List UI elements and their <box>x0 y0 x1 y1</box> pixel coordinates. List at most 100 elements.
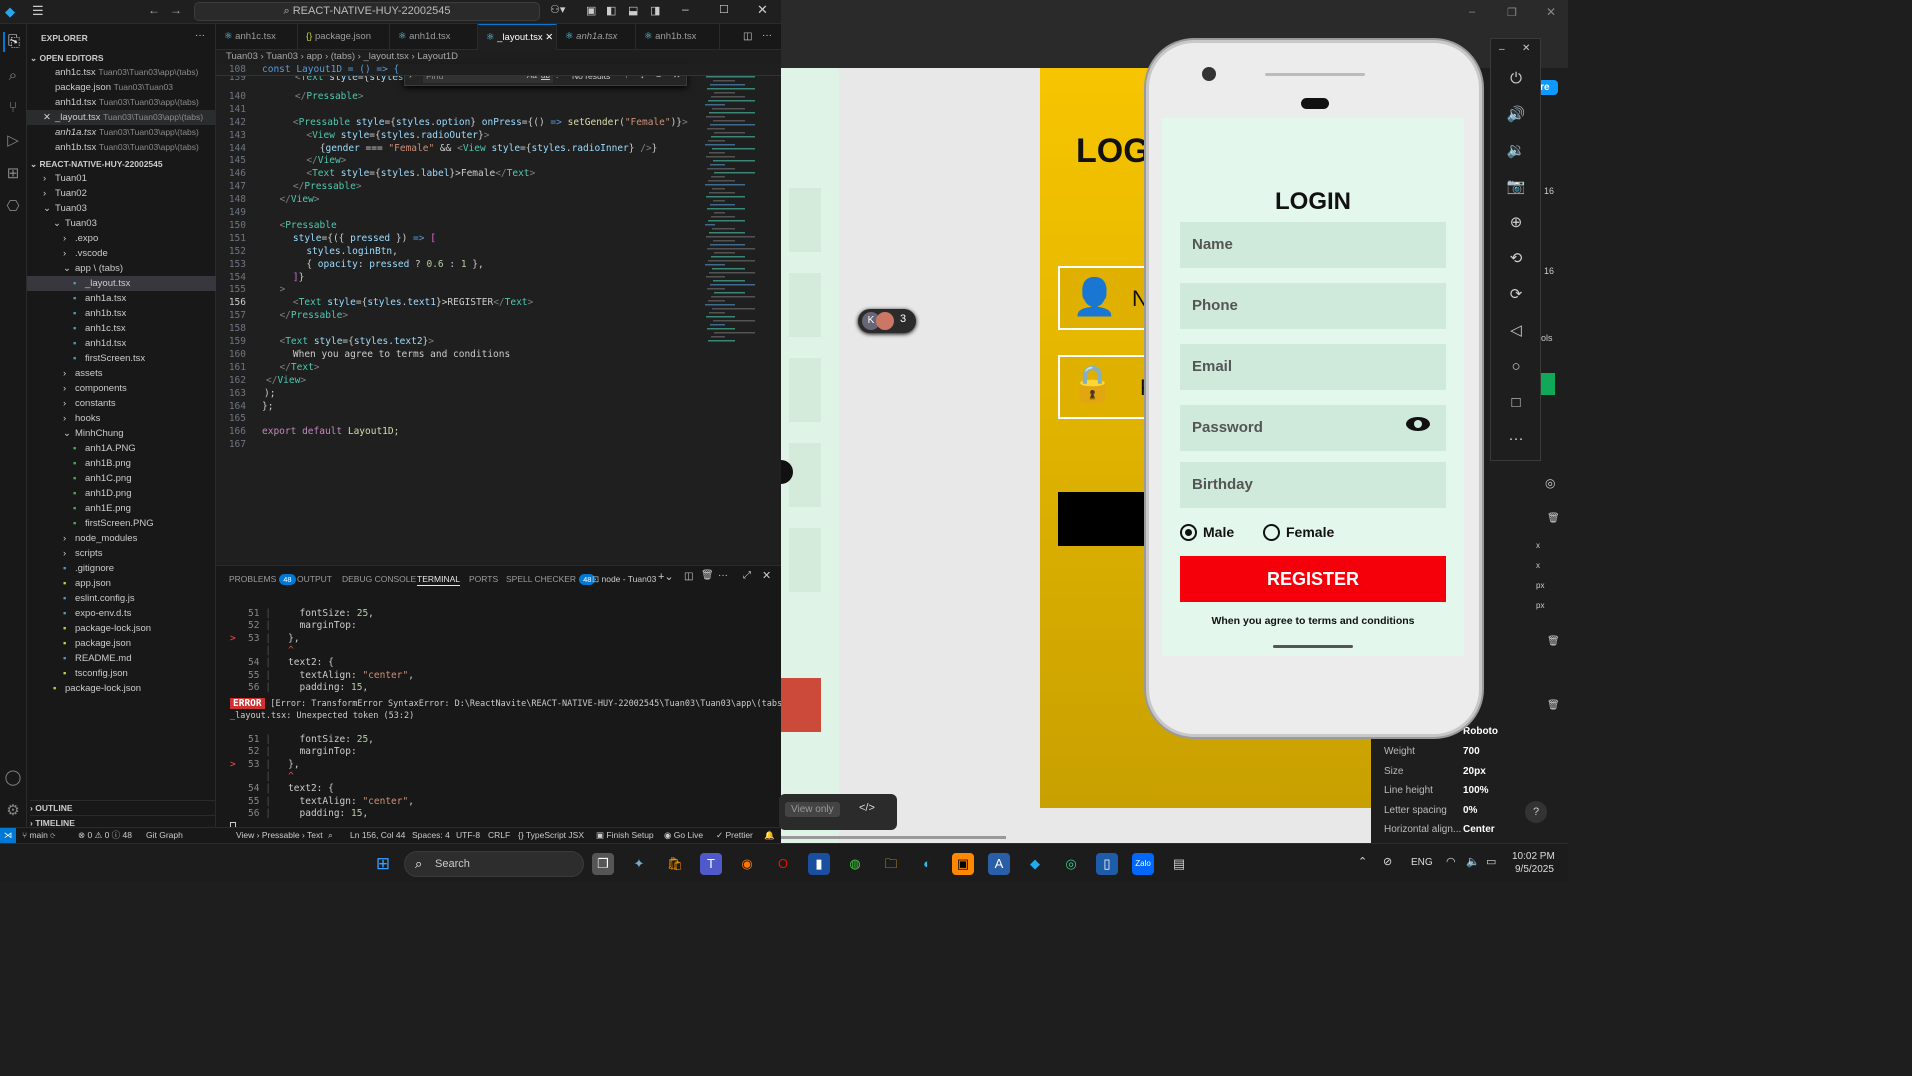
tree-file[interactable]: ▪ firstScreen.tsx <box>27 351 216 366</box>
tree-file[interactable]: ▪ package.json <box>27 636 216 651</box>
horizontal-scrollbar[interactable] <box>781 836 1006 839</box>
tree-file[interactable]: ▪ expo-env.d.ts <box>27 606 216 621</box>
app-blue-icon[interactable]: A <box>988 853 1010 875</box>
layout-icon[interactable]: ▣ <box>586 4 596 17</box>
search-icon[interactable]: ⌕ <box>3 66 23 86</box>
network-off-icon[interactable]: ⊘ <box>1383 855 1392 868</box>
forward-arrow-icon[interactable]: → <box>170 3 182 17</box>
toggle-sidebar-icon[interactable]: ◧ <box>606 4 616 17</box>
tree-file[interactable]: ▪ app.json <box>27 576 216 591</box>
minimize-icon[interactable]: – <box>682 2 689 16</box>
code-editor[interactable]: 108 const Layout1D = () => { 139 <Text s… <box>216 64 781 562</box>
volume-down-icon[interactable]: 🔉 <box>1505 140 1527 162</box>
property-value[interactable]: 20px <box>1463 766 1486 777</box>
open-editor-item[interactable]: package.json Tuan03\Tuan03 <box>27 80 216 95</box>
tab-spell-checker[interactable]: SPELL CHECKER 48 <box>506 572 596 586</box>
tree-file[interactable]: ▪ _layout.tsx <box>27 276 216 291</box>
back-icon[interactable]: ◁ <box>1505 320 1527 342</box>
minimize-icon[interactable]: – <box>1499 44 1505 55</box>
clock-date[interactable]: 9/5/2025 <box>1515 864 1554 875</box>
tree-file[interactable]: ▪ anh1C.png <box>27 471 216 486</box>
name-field[interactable]: Name <box>1180 222 1446 268</box>
open-editor-item[interactable]: ✕ _layout.tsx Tuan03\Tuan03\app\(tabs) <box>27 110 216 125</box>
password-field[interactable]: Password <box>1180 405 1446 451</box>
open-editor-item[interactable]: anh1d.tsx Tuan03\Tuan03\app\(tabs) <box>27 95 216 110</box>
tree-file[interactable]: ▪ anh1E.png <box>27 501 216 516</box>
tree-file[interactable]: ▪ anh1a.tsx <box>27 291 216 306</box>
tab-anh1d-tsx[interactable]: ⚛ anh1d.tsx <box>390 24 478 50</box>
copilot-icon[interactable]: ⚇▾ <box>550 3 565 16</box>
emulator-icon[interactable]: ▯ <box>1096 853 1118 875</box>
trash-icon[interactable]: 🗑 <box>701 570 714 581</box>
more-icon[interactable]: ··· <box>1505 428 1527 450</box>
encoding[interactable]: UTF-8 <box>456 828 480 843</box>
home-icon[interactable]: ○ <box>1505 356 1527 378</box>
project-header[interactable]: ⌄ REACT-NATIVE-HUY-22002545 <box>30 157 219 172</box>
toggle-panel-icon[interactable]: ⬓ <box>628 4 638 17</box>
store-icon[interactable]: 🛍 <box>664 853 686 875</box>
tree-file[interactable]: ▪ anh1d.tsx <box>27 336 216 351</box>
minimize-icon[interactable]: – <box>1469 6 1475 18</box>
close-icon[interactable]: ✕ <box>543 32 553 43</box>
help-button[interactable]: ? <box>1525 801 1547 823</box>
opera-icon[interactable]: O <box>772 853 794 875</box>
open-editor-item[interactable]: anh1c.tsx Tuan03\Tuan03\app\(tabs) <box>27 65 216 80</box>
birthday-field[interactable]: Birthday <box>1180 462 1446 508</box>
tree-file[interactable]: ▪ anh1A.PNG <box>27 441 216 456</box>
tab-anh1c-tsx[interactable]: ⚛ anh1c.tsx <box>216 24 298 50</box>
female-radio[interactable] <box>1263 524 1280 541</box>
edge-icon[interactable]: ◐ <box>916 853 938 875</box>
trash-icon[interactable]: 🗑 <box>1547 636 1560 647</box>
add-terminal-icon[interactable]: +⌄ <box>658 570 674 583</box>
tab-package-json[interactable]: {} package.json <box>298 24 390 50</box>
tree-folder[interactable]: › Tuan01 <box>27 171 216 186</box>
tree-folder[interactable]: › constants <box>27 396 216 411</box>
breadcrumb[interactable]: Tuan03 › Tuan03 › app › (tabs) › _layout… <box>216 50 781 64</box>
minimap[interactable] <box>703 64 773 364</box>
tree-folder[interactable]: ⌄ MinhChung <box>27 426 216 441</box>
settings-gear-icon[interactable]: ⚙ <box>3 801 23 821</box>
tab-output[interactable]: OUTPUT <box>297 572 332 586</box>
tree-folder[interactable]: ⌄ Tuan03 <box>27 216 216 231</box>
run-debug-icon[interactable]: ▷ <box>3 131 23 151</box>
zalo-icon[interactable]: Zalo <box>1132 853 1154 875</box>
more-actions-icon[interactable]: ··· <box>195 30 205 41</box>
cursor-position[interactable]: Ln 156, Col 44 <box>350 828 405 843</box>
close-panel-icon[interactable]: ✕ <box>762 569 771 582</box>
phone-field[interactable]: Phone <box>1180 283 1446 329</box>
tree-folder[interactable]: › assets <box>27 366 216 381</box>
volume-icon[interactable]: 🔈 <box>1466 855 1480 868</box>
eye-icon[interactable] <box>1406 417 1430 431</box>
overview-icon[interactable]: □ <box>1505 392 1527 414</box>
taskbar-search[interactable]: ⌕ Search <box>404 851 584 877</box>
tree-folder[interactable]: › components <box>27 381 216 396</box>
open-editors-header[interactable]: ⌄ OPEN EDITORS <box>30 51 219 66</box>
app-icon[interactable]: ▤ <box>1168 853 1190 875</box>
tree-file[interactable]: ▪ package-lock.json <box>27 621 216 636</box>
tab-anh1b-tsx[interactable]: ⚛ anh1b.tsx <box>636 24 720 50</box>
line-endings[interactable]: CRLF <box>488 828 510 843</box>
tree-file[interactable]: ▪ anh1D.png <box>27 486 216 501</box>
tree-folder[interactable]: › .vscode <box>27 246 216 261</box>
problems-status[interactable]: ⊗ 0 ⚠ 0 ⓘ 48 <box>78 828 132 843</box>
open-editor-item[interactable]: anh1a.tsx Tuan03\Tuan03\app\(tabs) <box>27 125 216 140</box>
tree-file[interactable]: ▪ .gitignore <box>27 561 216 576</box>
tab-terminal[interactable]: TERMINAL <box>417 572 460 586</box>
split-editor-icon[interactable]: ◫ <box>743 31 752 42</box>
collaborators-pill[interactable]: K 3 <box>858 309 916 333</box>
restore-icon[interactable]: ❐ <box>1507 6 1517 19</box>
go-live-button[interactable]: ◉ Go Live <box>664 828 703 843</box>
finish-setup-button[interactable]: ▣ Finish Setup <box>596 828 654 843</box>
windows-start-icon[interactable]: ⊞ <box>372 853 394 875</box>
chevron-up-icon[interactable]: ⌃ <box>1358 855 1367 868</box>
close-icon[interactable]: ✕ <box>27 110 55 125</box>
tree-file[interactable]: ▪ README.md <box>27 651 216 666</box>
tree-folder[interactable]: › node_modules <box>27 531 216 546</box>
tab-anh1a-tsx[interactable]: ⚛ anh1a.tsx <box>557 24 636 50</box>
tree-file[interactable]: ▪ anh1B.png <box>27 456 216 471</box>
tree-folder[interactable]: ⌄ Tuan03 <box>27 201 216 216</box>
tree-folder[interactable]: › Tuan02 <box>27 186 216 201</box>
battery-icon[interactable]: ▭ <box>1486 855 1496 868</box>
target-icon[interactable]: ◎ <box>1545 476 1555 490</box>
tree-folder[interactable]: › scripts <box>27 546 216 561</box>
